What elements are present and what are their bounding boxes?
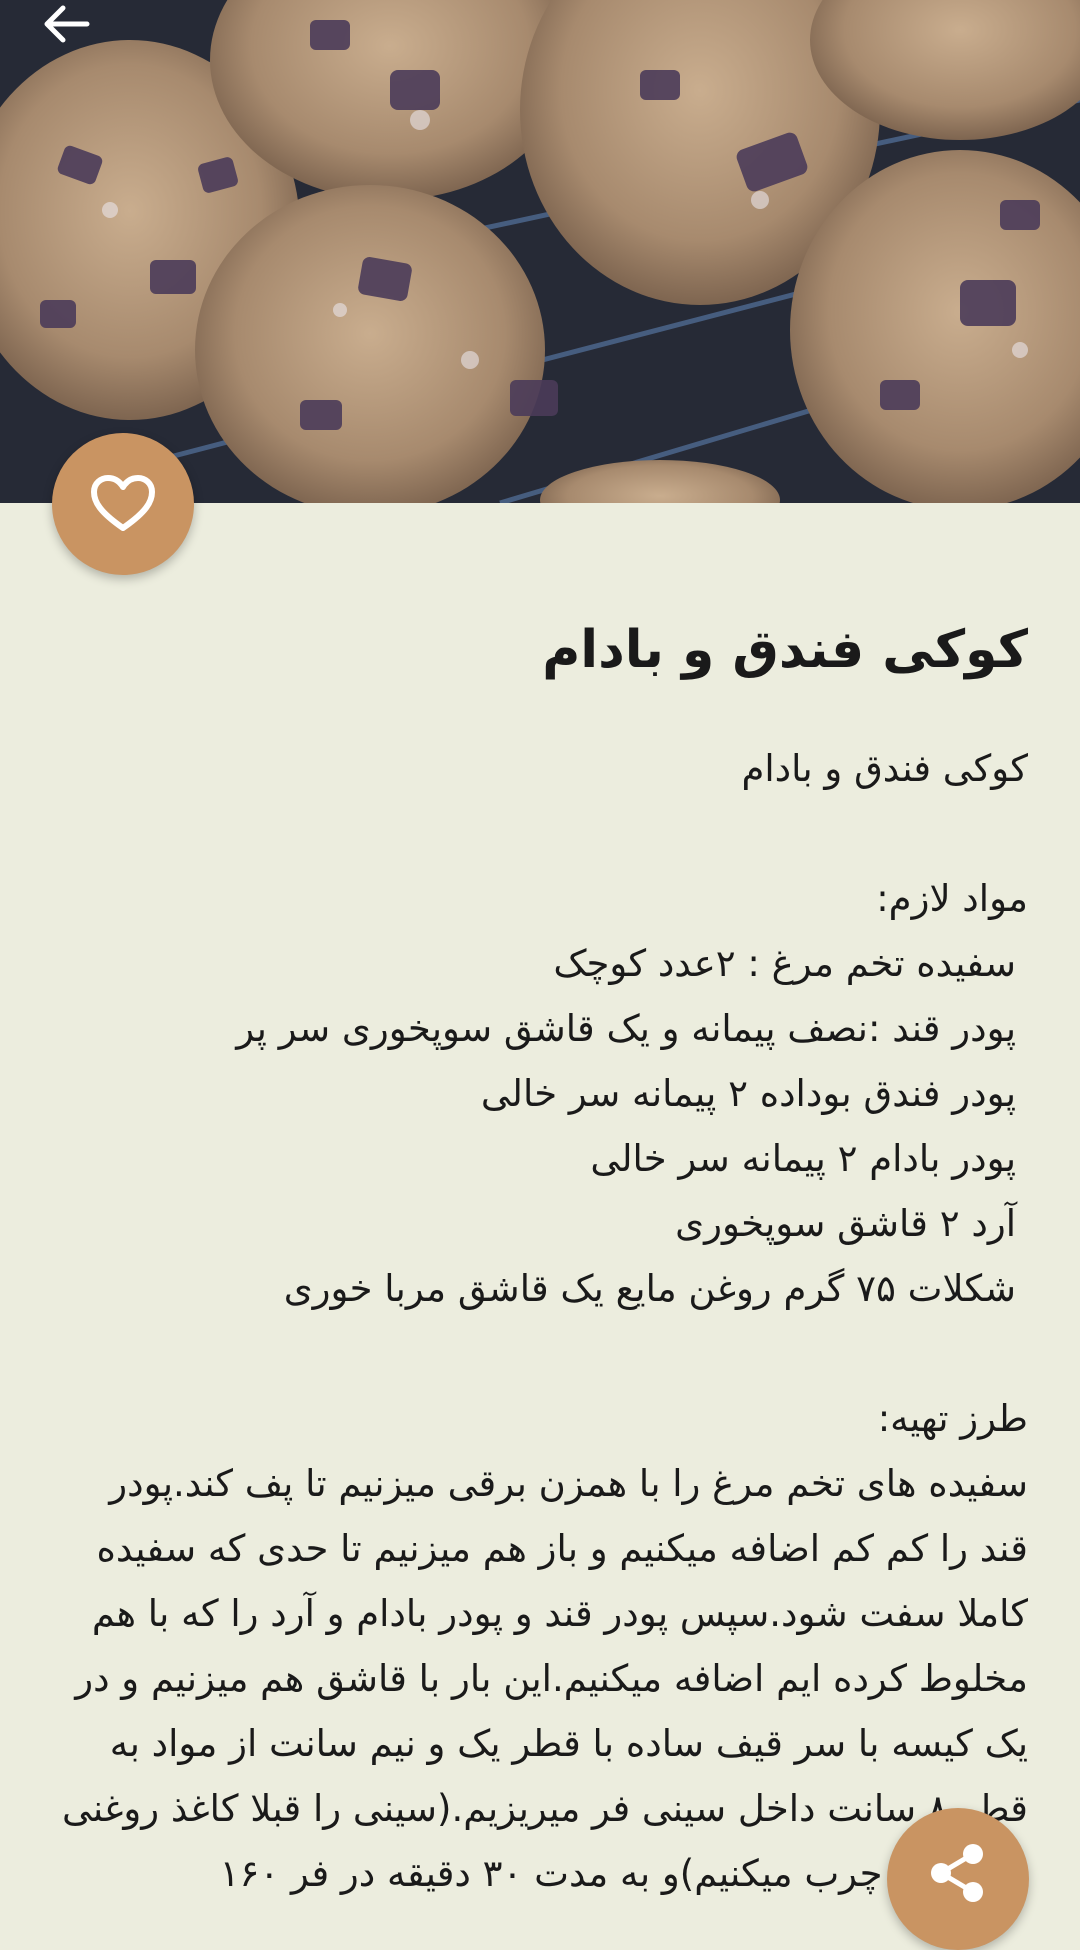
heart-outline-icon <box>91 475 155 531</box>
recipe-subtitle: کوکی فندق و بادام <box>741 747 1028 790</box>
back-button[interactable] <box>30 0 102 48</box>
share-button[interactable] <box>887 1808 1029 1950</box>
list-item: آرد ۲ قاشق سوپخوری <box>675 1202 1016 1245</box>
share-icon <box>931 1844 983 1902</box>
method-text: سفیده های تخم مرغ را با همزن برقی میزنیم… <box>62 1462 1028 1895</box>
recipe-content: کوکی فندق و بادام کوکی فندق و بادام مواد… <box>50 600 1028 1906</box>
favorite-button[interactable] <box>52 433 194 575</box>
ingredients-heading: مواد لازم: <box>876 877 1028 920</box>
list-item: شکلات ۷۵ گرم روغن مایع یک قاشق مربا خوری <box>283 1267 1016 1310</box>
recipe-hero-image <box>0 0 1080 503</box>
list-item: پودر بادام ۲ پیمانه سر خالی <box>590 1137 1016 1180</box>
method-heading: طرز تهیه: <box>877 1397 1028 1440</box>
list-item: پودر قند :نصف پیمانه و یک قاشق سوپخوری س… <box>236 1007 1016 1050</box>
page-title: کوکی فندق و بادام <box>542 620 1028 680</box>
arrow-left-icon <box>44 5 90 43</box>
list-item: پودر فندق بوداده ۲ پیمانه سر خالی <box>480 1072 1016 1115</box>
cookies-photo <box>0 0 1080 503</box>
ingredients-list: سفیده تخم مرغ : ۲عدد کوچک پودر قند :نصف … <box>50 931 1028 1321</box>
list-item: سفیده تخم مرغ : ۲عدد کوچک <box>553 942 1016 985</box>
